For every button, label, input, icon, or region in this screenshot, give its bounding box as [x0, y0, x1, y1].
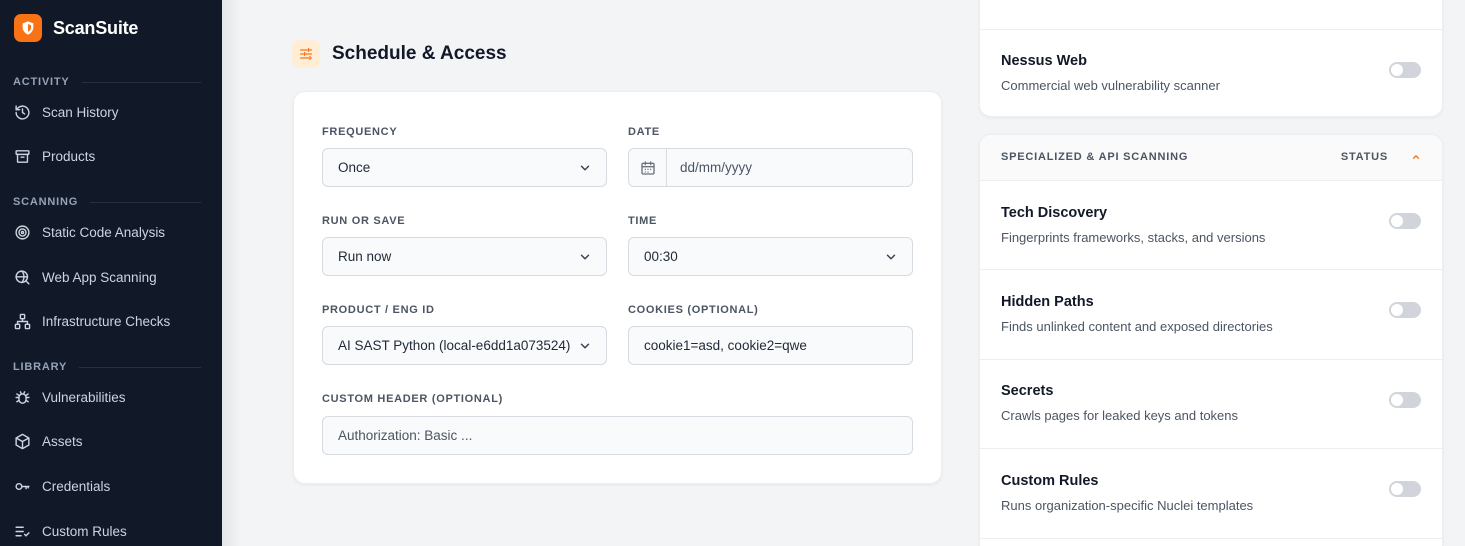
network-icon — [14, 313, 31, 330]
date-label: DATE — [628, 126, 660, 138]
sidebar-item-assets[interactable]: Assets — [14, 433, 83, 450]
custom-header-value: Authorization: Basic ... — [338, 428, 473, 443]
sidebar-item-label: Credentials — [42, 479, 111, 494]
target-icon — [15, 225, 30, 240]
chevron-up-icon[interactable] — [1411, 152, 1421, 162]
sidebar-item-vulnerabilities[interactable]: Vulnerabilities — [14, 389, 126, 406]
tech-discovery-toggle[interactable] — [1389, 213, 1421, 229]
cookies-input[interactable]: cookie1=asd, cookie2=qwe — [628, 326, 913, 365]
custom-header-label: CUSTOM HEADER (OPTIONAL) — [322, 393, 503, 405]
key-icon — [15, 482, 30, 491]
sliders-icon — [292, 40, 320, 68]
web-scan-icon — [15, 270, 30, 285]
cube-icon — [15, 433, 30, 450]
scanner-desc: Finds unlinked content and exposed direc… — [1001, 319, 1273, 334]
run-or-save-value: Run now — [338, 249, 392, 264]
section-label-activity: ACTIVITY — [13, 76, 201, 88]
date-placeholder: dd/mm/yyyy — [680, 160, 753, 175]
frequency-select[interactable]: Once — [322, 148, 607, 187]
shield-logo-icon — [14, 14, 42, 42]
brand[interactable]: ScanSuite — [14, 14, 138, 42]
scanner-title: Secrets — [1001, 383, 1054, 399]
product-value: AI SAST Python (local-e6dd1a073524) — [338, 338, 571, 353]
scanner-row-nessus-web: Nessus Web Commercial web vulnerability … — [980, 30, 1442, 116]
secrets-toggle[interactable] — [1389, 392, 1421, 408]
calendar-icon[interactable] — [629, 149, 667, 186]
chevron-down-icon — [580, 254, 590, 260]
list-check-icon — [15, 526, 30, 537]
schedule-section-header: Schedule & Access — [292, 40, 507, 68]
sidebar-item-credentials[interactable]: Credentials — [14, 478, 110, 495]
scanner-title: Nessus Web — [1001, 53, 1087, 69]
sidebar-item-label: Scan History — [42, 105, 119, 120]
run-or-save-label: RUN OR SAVE — [322, 215, 406, 227]
scanner-desc: Crawls pages for leaked keys and tokens — [1001, 408, 1239, 423]
chevron-down-icon — [580, 343, 590, 349]
scanner-title: Tech Discovery — [1001, 205, 1108, 221]
chevron-down-icon — [580, 165, 590, 171]
scanner-row-hidden-paths: Hidden Paths Finds unlinked content and … — [980, 270, 1442, 360]
sidebar: ScanSuite ACTIVITY Scan History Products… — [0, 0, 222, 546]
custom-header-input[interactable]: Authorization: Basic ... — [322, 416, 913, 455]
cookies-label: COOKIES (OPTIONAL) — [628, 304, 759, 316]
sidebar-shadow — [222, 0, 242, 546]
sidebar-item-infrastructure-checks[interactable]: Infrastructure Checks — [14, 313, 170, 330]
time-value: 00:30 — [644, 249, 678, 264]
section-label-library: LIBRARY — [13, 361, 201, 373]
brand-name: ScanSuite — [53, 17, 139, 38]
sidebar-item-custom-rules[interactable]: Custom Rules — [14, 523, 127, 540]
scanner-row-tech-discovery: Tech Discovery Fingerprints frameworks, … — [980, 181, 1442, 270]
group-title: SPECIALIZED & API SCANNING — [1001, 151, 1189, 163]
cookies-value: cookie1=asd, cookie2=qwe — [644, 338, 807, 353]
sidebar-item-scan-history[interactable]: Scan History — [14, 104, 119, 121]
custom-rules-toggle[interactable] — [1389, 481, 1421, 497]
section-label-scanning: SCANNING — [13, 196, 201, 208]
sidebar-item-products[interactable]: Products — [14, 148, 95, 165]
specialized-scanning-card: SPECIALIZED & API SCANNING STATUS Tech D… — [979, 134, 1443, 546]
scanner-row-secrets: Secrets Crawls pages for leaked keys and… — [980, 360, 1442, 449]
scanner-title: Custom Rules — [1001, 473, 1099, 489]
group-header: SPECIALIZED & API SCANNING STATUS — [980, 135, 1442, 181]
bug-icon — [15, 391, 30, 404]
status-sort-button[interactable]: STATUS — [1341, 151, 1388, 163]
sidebar-item-label: Infrastructure Checks — [42, 314, 171, 329]
scanner-row-custom-rules: Custom Rules Runs organization-specific … — [980, 449, 1442, 539]
time-select[interactable]: 00:30 — [628, 237, 913, 276]
schedule-form-card: FREQUENCY Once DATE dd/mm/yyyy RUN OR SA… — [293, 91, 942, 484]
scanner-title: Hidden Paths — [1001, 294, 1094, 310]
sidebar-item-label: Vulnerabilities — [42, 390, 126, 405]
sidebar-item-label: Products — [42, 149, 96, 164]
hidden-paths-toggle[interactable] — [1389, 302, 1421, 318]
run-or-save-select[interactable]: Run now — [322, 237, 607, 276]
scanner-desc: Commercial web vulnerability scanner — [1001, 78, 1220, 93]
nessus-web-toggle[interactable] — [1389, 62, 1421, 78]
time-label: TIME — [628, 215, 658, 227]
product-select[interactable]: AI SAST Python (local-e6dd1a073524) — [322, 326, 607, 365]
sidebar-item-label: Static Code Analysis — [42, 225, 166, 240]
scanner-desc: Runs organization-specific Nuclei templa… — [1001, 498, 1254, 513]
sidebar-item-web-app-scanning[interactable]: Web App Scanning — [14, 269, 157, 286]
frequency-label: FREQUENCY — [322, 126, 398, 138]
frequency-value: Once — [338, 160, 371, 175]
sidebar-item-label: Custom Rules — [42, 524, 127, 539]
section-title: Schedule & Access — [332, 43, 507, 64]
archive-icon — [15, 150, 30, 163]
history-icon — [15, 105, 30, 120]
sidebar-item-label: Web App Scanning — [42, 270, 157, 285]
web-scanners-card: Nessus Web Commercial web vulnerability … — [979, 0, 1443, 117]
chevron-down-icon — [886, 254, 896, 260]
sidebar-item-label: Assets — [42, 434, 83, 449]
list-item-cut-off — [980, 0, 1442, 30]
product-label: PRODUCT / ENG ID — [322, 304, 435, 316]
sidebar-item-static-code-analysis[interactable]: Static Code Analysis — [14, 224, 165, 241]
date-input[interactable]: dd/mm/yyyy — [628, 148, 913, 187]
scanner-desc: Fingerprints frameworks, stacks, and ver… — [1001, 230, 1266, 245]
